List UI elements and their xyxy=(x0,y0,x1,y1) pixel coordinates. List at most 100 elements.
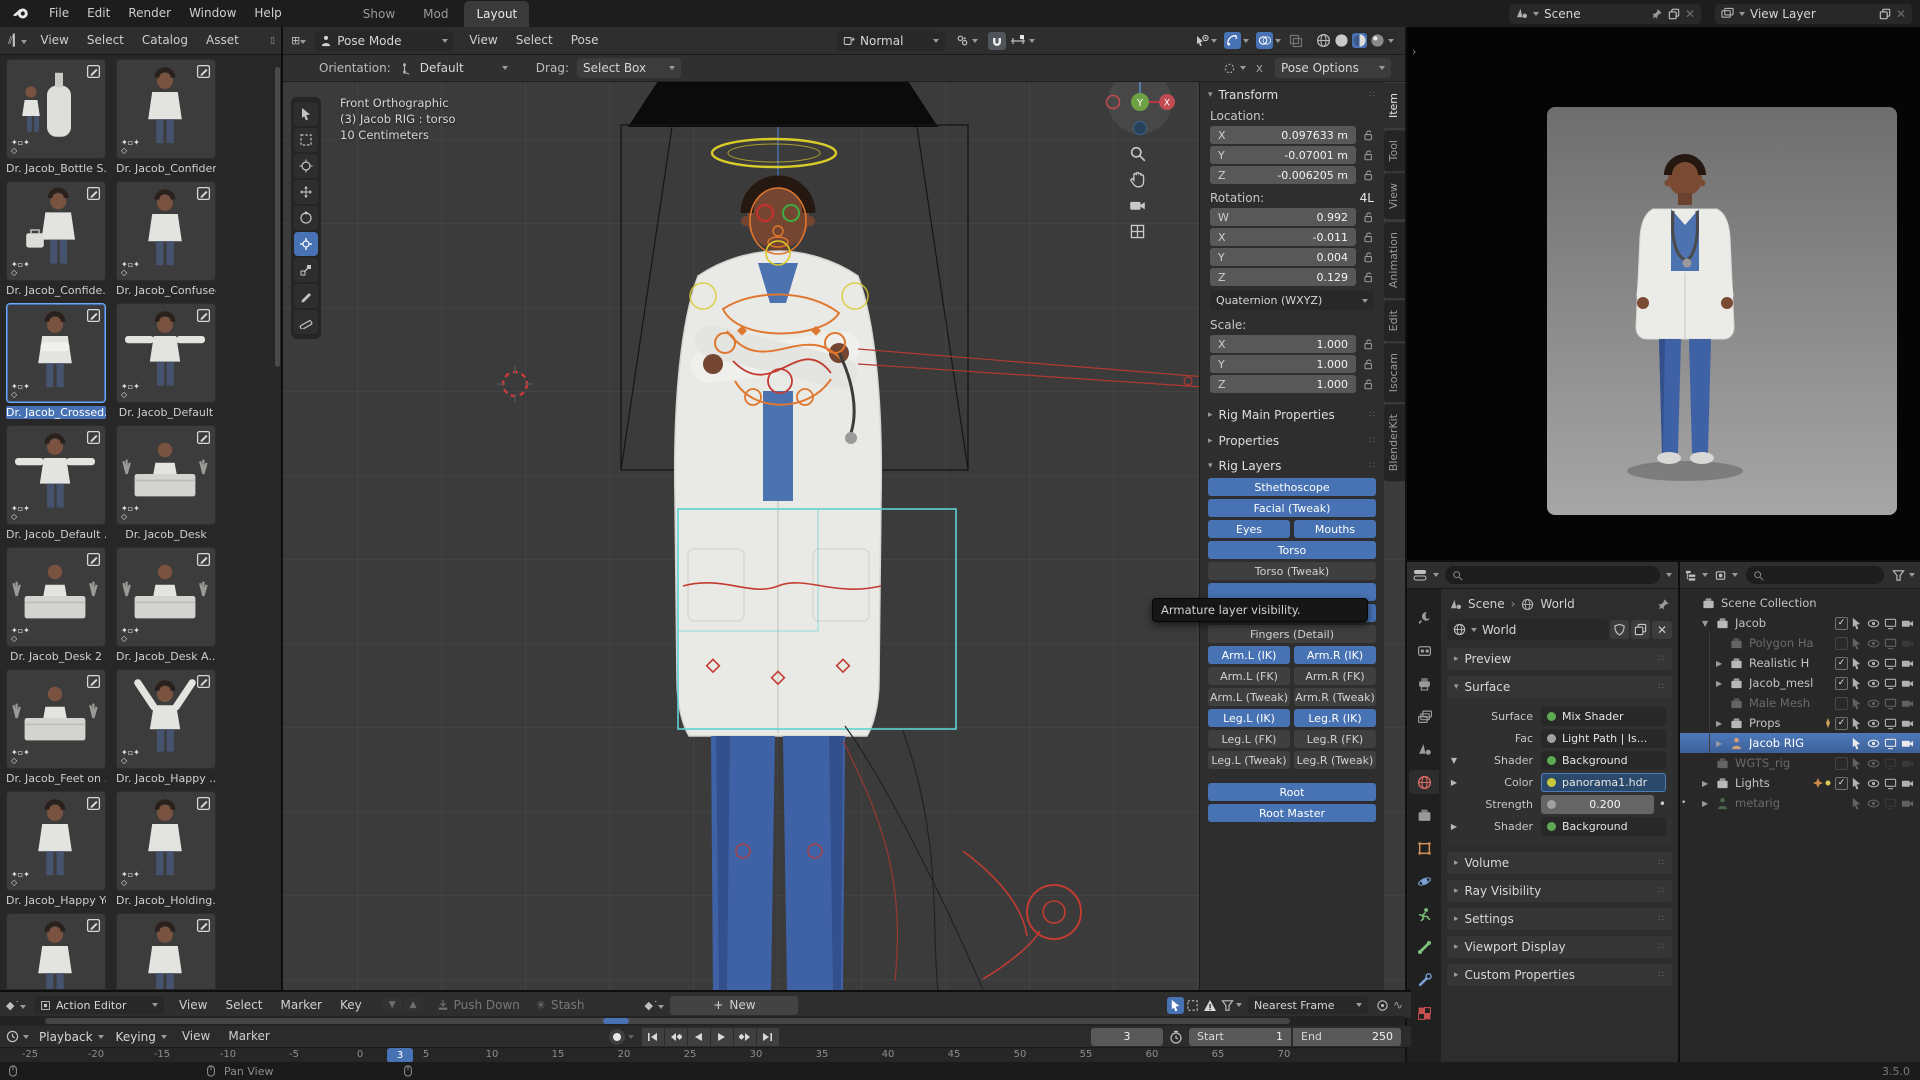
camera-toggle-icon[interactable] xyxy=(1899,757,1916,770)
keying-menu[interactable]: Keying xyxy=(110,1028,173,1046)
edit-asset-icon[interactable] xyxy=(196,64,211,79)
current-frame-field[interactable]: 3 xyxy=(1091,1028,1163,1046)
n-panel-tab-item[interactable]: Item xyxy=(1384,83,1405,128)
screen-toggle-icon[interactable] xyxy=(1882,657,1899,670)
screen-toggle-icon[interactable] xyxy=(1882,717,1899,730)
panel-custom-properties[interactable]: ▸Custom Properties∷ xyxy=(1447,964,1672,986)
asset-item[interactable]: ✦▫✦◇Dr. Jacob_Crossed... xyxy=(6,303,106,419)
edit-asset-icon[interactable] xyxy=(196,918,211,933)
eye-toggle-icon[interactable] xyxy=(1865,697,1882,710)
properties-tab-world[interactable] xyxy=(1409,770,1439,794)
scale-field[interactable]: X1.000 xyxy=(1210,335,1356,353)
property-value-field[interactable]: Background xyxy=(1541,751,1666,770)
eye-toggle-icon[interactable] xyxy=(1865,757,1882,770)
edit-asset-icon[interactable] xyxy=(196,308,211,323)
checkbox[interactable]: ✓ xyxy=(1835,657,1848,670)
camera-toggle-icon[interactable] xyxy=(1899,697,1916,710)
asset-menu-view[interactable]: View xyxy=(31,27,77,54)
expander-icon[interactable]: ▶ xyxy=(1447,778,1461,787)
asset-item[interactable]: ✦▫✦◇Dr. Jacob_Desk xyxy=(116,425,216,541)
cursor-toggle-icon[interactable] xyxy=(1848,637,1865,650)
asset-name[interactable]: Dr. Jacob_Desk xyxy=(116,528,216,541)
expand-icon[interactable]: ▶ xyxy=(1716,739,1728,748)
cursor-toggle-icon[interactable] xyxy=(1848,697,1865,710)
property-value-field[interactable]: Mix Shader xyxy=(1541,707,1666,726)
expand-icon[interactable]: ▶ xyxy=(1716,719,1728,728)
screen-toggle-icon[interactable] xyxy=(1882,737,1899,750)
xray-toggle-icon[interactable] xyxy=(1289,34,1303,48)
shading-wireframe-icon[interactable] xyxy=(1316,33,1331,48)
measure-tool[interactable] xyxy=(294,310,318,334)
asset-thumbnail[interactable]: ✦▫✦◇ xyxy=(116,547,216,647)
camera-toggle-icon[interactable] xyxy=(1899,637,1916,650)
panel-preview[interactable]: ▸Preview∷ xyxy=(1447,648,1672,670)
properties-tab-object[interactable] xyxy=(1409,836,1439,860)
edit-asset-icon[interactable] xyxy=(86,796,101,811)
panel-ray-visibility[interactable]: ▸Ray Visibility∷ xyxy=(1447,880,1672,902)
lock-icon[interactable] xyxy=(1362,358,1374,370)
n-panel-tab-blenderkit[interactable]: BlenderKit xyxy=(1384,404,1405,481)
asset-name[interactable]: Dr. Jacob_Happy ... xyxy=(116,772,216,785)
outliner-row-polygon-ha[interactable]: Polygon Ha xyxy=(1680,633,1920,653)
timeline-view-menu[interactable]: View xyxy=(173,1026,219,1047)
playback-menu[interactable]: Playback xyxy=(33,1028,110,1046)
timeline-marker-menu[interactable]: Marker xyxy=(219,1026,278,1047)
lock-icon[interactable] xyxy=(1362,149,1374,161)
filter-icon[interactable] xyxy=(1892,569,1905,582)
outliner-row-wgts-rig[interactable]: WGTS_rig xyxy=(1680,753,1920,773)
n-panel-tab-edit[interactable]: Edit xyxy=(1384,300,1405,341)
close-redo-icon[interactable]: x xyxy=(1256,61,1263,75)
expand-icon[interactable]: ▶ xyxy=(1702,799,1714,808)
move-view-icon[interactable] xyxy=(1129,171,1146,188)
perspective-toggle-icon[interactable] xyxy=(1129,223,1146,240)
properties-tab-collection[interactable] xyxy=(1409,803,1439,827)
camera-toggle-icon[interactable] xyxy=(1899,617,1916,630)
viewport-menu-view[interactable]: View xyxy=(460,27,506,54)
filter-icon[interactable] xyxy=(1219,997,1236,1014)
timeline-ruler[interactable]: 3 -25-20-15-10-5051015202530354045505560… xyxy=(0,1047,1405,1063)
asset-thumbnail[interactable]: ✦▫✦◇ xyxy=(6,791,106,891)
select-box-tool[interactable] xyxy=(294,128,318,152)
asset-item[interactable]: ✦▫✦◇ xyxy=(116,913,216,989)
asset-name[interactable]: Dr. Jacob_Feet on ... xyxy=(6,772,106,785)
n-panel-tab-animation[interactable]: Animation xyxy=(1384,222,1405,298)
rig-layer-button[interactable]: Mouths xyxy=(1294,520,1376,538)
asset-name[interactable]: Dr. Jacob_Confide... xyxy=(6,284,106,297)
easing-icon[interactable]: ∿ xyxy=(1391,996,1411,1014)
copies-count-icon[interactable] xyxy=(1631,620,1650,639)
outliner-row-props[interactable]: ▶Props✓ xyxy=(1680,713,1920,733)
lock-icon[interactable] xyxy=(1362,251,1374,263)
rig-layers-panel-header[interactable]: ▾ Rig Layers ∷ xyxy=(1200,454,1384,478)
rig-layer-button[interactable]: Arm.L (IK) xyxy=(1208,646,1290,664)
viewport-menu-pose[interactable]: Pose xyxy=(562,27,608,54)
asset-item[interactable]: ✦▫✦◇Dr. Jacob_Happy Yes xyxy=(6,791,106,907)
view-layer-selector[interactable]: View Layer ✕ xyxy=(1715,4,1912,24)
workspace-tab-show[interactable]: Show xyxy=(351,1,407,27)
menu-help[interactable]: Help xyxy=(245,0,290,27)
rig-layer-button[interactable]: Sthethoscope xyxy=(1208,478,1376,496)
properties-tab-physics[interactable] xyxy=(1409,869,1439,893)
asset-menu-select[interactable]: Select xyxy=(78,27,133,54)
screen-toggle-icon[interactable] xyxy=(1882,697,1899,710)
outliner-row-scene-collection[interactable]: Scene Collection xyxy=(1680,593,1920,613)
location-field[interactable]: Y-0.07001 m xyxy=(1210,146,1356,164)
zoom-icon[interactable] xyxy=(1129,145,1146,162)
rotation-mode-selector[interactable]: Quaternion (WXYZ) xyxy=(1210,291,1374,310)
camera-view-icon[interactable] xyxy=(1129,197,1146,214)
frame-start-field[interactable]: Start 1 xyxy=(1189,1028,1291,1046)
expand-icon[interactable]: ▼ xyxy=(1702,619,1714,628)
eye-toggle-icon[interactable] xyxy=(1865,617,1882,630)
asset-item[interactable]: ✦▫✦◇Dr. Jacob_Feet on ... xyxy=(6,669,106,785)
panel-settings[interactable]: ▸Settings∷ xyxy=(1447,908,1672,930)
scale-tool[interactable] xyxy=(294,258,318,282)
rotation-field[interactable]: X-0.011 xyxy=(1210,228,1356,246)
cursor-tool[interactable] xyxy=(294,154,318,178)
select-tweak-icon[interactable] xyxy=(1167,997,1184,1014)
screen-toggle-icon[interactable] xyxy=(1882,617,1899,630)
viewport-menu-select[interactable]: Select xyxy=(507,27,562,54)
cursor-toggle-icon[interactable] xyxy=(1848,657,1865,670)
expander-icon[interactable]: ▼ xyxy=(1447,756,1461,765)
rig-layer-button[interactable]: Torso xyxy=(1208,541,1376,559)
edit-asset-icon[interactable] xyxy=(86,674,101,689)
edit-asset-icon[interactable] xyxy=(196,186,211,201)
